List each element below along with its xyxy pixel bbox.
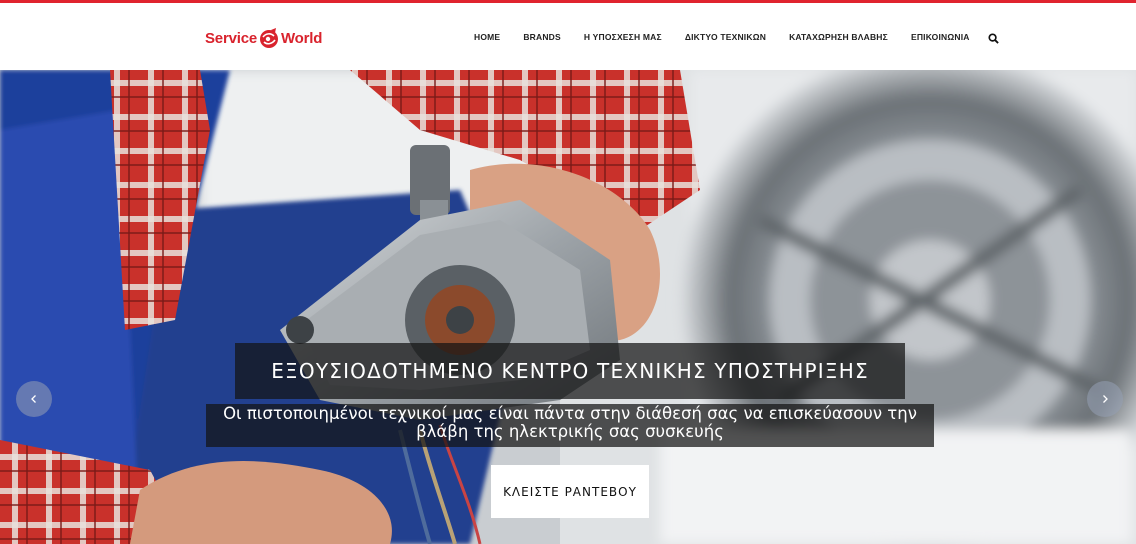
nav-home[interactable]: HOME xyxy=(474,32,500,42)
logo-text-left: Service xyxy=(205,29,257,47)
nav-technician-network[interactable]: ΔΙΚΤΥΟ ΤΕΧΝΙΚΩΝ xyxy=(685,32,766,42)
chevron-right-icon xyxy=(1103,395,1108,403)
nav-contact[interactable]: ΕΠΙΚΟΙΝΩΝΙΑ xyxy=(911,32,970,42)
site-header: Service World HOME BRANDS Η ΥΠΟΣΧΕΣΗ ΜΑΣ… xyxy=(0,3,1136,70)
hero-title: ΕΞΟΥΣΙΟΔΟΤΗΜΕΝΟ ΚΕΝΤΡΟ ΤΕΧΝΙΚΗΣ ΥΠΟΣΤΗΡΙ… xyxy=(271,359,869,383)
slider-next-button[interactable] xyxy=(1087,381,1123,417)
logo-globe-icon xyxy=(259,28,278,48)
book-appointment-label: ΚΛΕΙΣΤΕ ΡΑΝΤΕΒΟΥ xyxy=(503,484,637,499)
hero-title-box: ΕΞΟΥΣΙΟΔΟΤΗΜΕΝΟ ΚΕΝΤΡΟ ΤΕΧΝΙΚΗΣ ΥΠΟΣΤΗΡΙ… xyxy=(235,343,905,399)
chevron-left-icon xyxy=(31,395,36,403)
book-appointment-button[interactable]: ΚΛΕΙΣΤΕ ΡΑΝΤΕΒΟΥ xyxy=(491,465,649,518)
slider-prev-button[interactable] xyxy=(16,381,52,417)
hero-subtitle-box: Οι πιστοποιημένοι τεχνικοί μας είναι πάν… xyxy=(206,404,934,447)
nav-brands[interactable]: BRANDS xyxy=(523,32,561,42)
main-navigation: HOME BRANDS Η ΥΠΟΣΧΕΣΗ ΜΑΣ ΔΙΚΤΥΟ ΤΕΧΝΙΚ… xyxy=(474,30,999,44)
site-logo[interactable]: Service World xyxy=(205,23,322,53)
hero-subtitle: Οι πιστοποιημένοι τεχνικοί μας είναι πάν… xyxy=(223,404,917,441)
search-icon[interactable] xyxy=(988,33,999,44)
nav-our-promise[interactable]: Η ΥΠΟΣΧΕΣΗ ΜΑΣ xyxy=(584,32,662,42)
nav-fault-report[interactable]: ΚΑΤΑΧΩΡΗΣΗ ΒΛΑΒΗΣ xyxy=(789,32,888,42)
hero-slider: ΕΞΟΥΣΙΟΔΟΤΗΜΕΝΟ ΚΕΝΤΡΟ ΤΕΧΝΙΚΗΣ ΥΠΟΣΤΗΡΙ… xyxy=(0,70,1136,544)
logo-text-right: World xyxy=(280,29,323,47)
